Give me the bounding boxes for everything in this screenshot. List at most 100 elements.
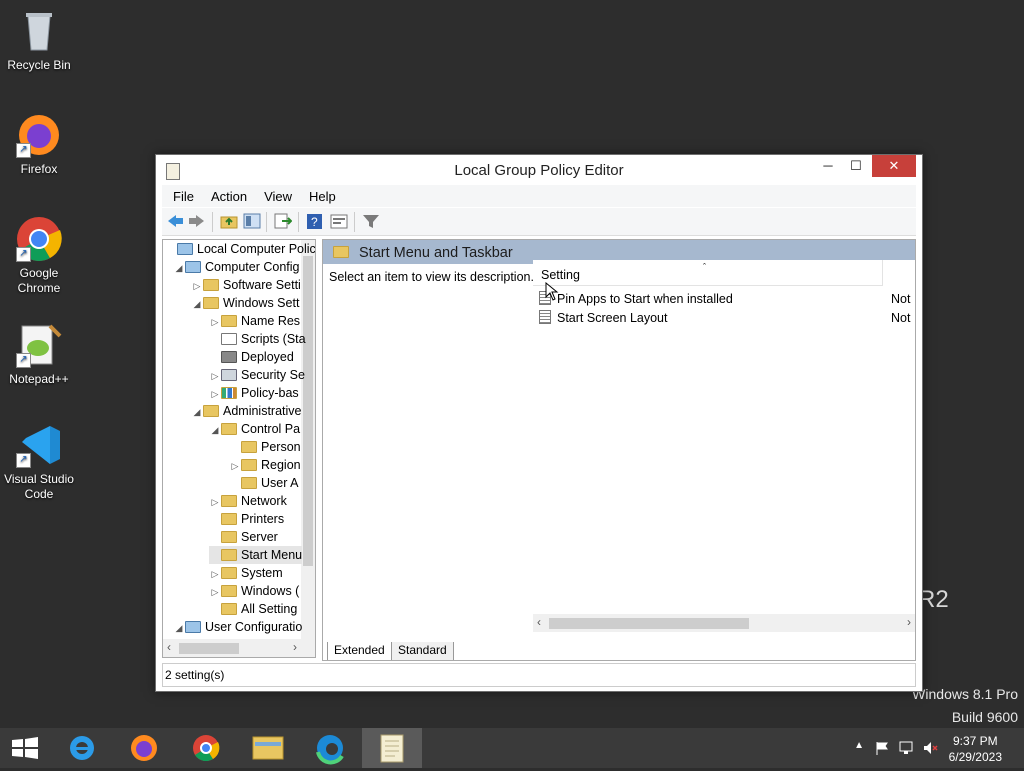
tree-node[interactable]: Person bbox=[229, 438, 301, 456]
expand-toggle-icon[interactable]: ◢ bbox=[173, 259, 185, 277]
forward-icon[interactable] bbox=[188, 213, 206, 229]
expand-toggle-icon[interactable]: ◢ bbox=[209, 421, 221, 439]
tree-node[interactable]: ▷ System bbox=[209, 564, 283, 582]
folder-icon bbox=[221, 585, 237, 597]
desktop-icon-recycle-bin[interactable]: Recycle Bin bbox=[1, 8, 77, 73]
minimize-button[interactable]: ─ bbox=[814, 155, 842, 177]
menu-help[interactable]: Help bbox=[298, 185, 342, 204]
tree-node-label: Software Setti bbox=[223, 278, 301, 292]
volume-muted-icon[interactable] bbox=[922, 740, 938, 756]
taskbar-edge[interactable] bbox=[300, 728, 360, 768]
details-horizontal-scrollbar[interactable]: ‹ › bbox=[533, 614, 915, 632]
toolbar: ? bbox=[162, 208, 916, 236]
description-text: Select an item to view its description. bbox=[329, 270, 534, 284]
expand-toggle-icon[interactable]: ◢ bbox=[191, 403, 203, 421]
action-center-flag-icon[interactable] bbox=[874, 740, 890, 756]
expand-toggle-icon[interactable]: ▷ bbox=[229, 457, 241, 475]
filter-icon[interactable] bbox=[362, 213, 380, 229]
desktop-icon-notepadpp[interactable]: ↗ Notepad++ bbox=[1, 322, 77, 387]
shortcut-arrow-icon: ↗ bbox=[16, 143, 31, 158]
tree-node[interactable]: ▷ Policy-bas bbox=[209, 384, 299, 402]
windows-logo-icon bbox=[12, 737, 38, 759]
desktop-icon-chrome[interactable]: ↗ Google Chrome bbox=[1, 216, 77, 296]
expand-toggle-icon[interactable]: ▷ bbox=[209, 583, 221, 601]
policy-editor-icon bbox=[380, 734, 404, 763]
tree-node[interactable]: ▷ Region bbox=[229, 456, 301, 474]
expand-toggle-icon[interactable]: ▷ bbox=[209, 493, 221, 511]
tree-node[interactable]: User A bbox=[229, 474, 299, 492]
tree-node-label: User A bbox=[261, 476, 299, 490]
expand-toggle-icon[interactable]: ◢ bbox=[191, 295, 203, 313]
expand-toggle-icon[interactable]: ▷ bbox=[191, 277, 203, 295]
tree-node[interactable]: ◢ Computer Config bbox=[173, 258, 300, 276]
clock[interactable]: 9:37 PM 6/29/2023 bbox=[949, 733, 1002, 765]
internet-explorer-icon bbox=[70, 736, 94, 760]
column-header-setting[interactable]: Setting ˆ bbox=[533, 260, 883, 286]
tree-node[interactable]: ◢ Windows Sett bbox=[191, 294, 300, 313]
computer-icon bbox=[185, 261, 201, 273]
tree-node[interactable]: Printers bbox=[209, 510, 284, 528]
expand-toggle-icon[interactable]: ▷ bbox=[209, 385, 221, 403]
watermark-build: Build 9600 bbox=[951, 709, 1018, 725]
tree-node-label: Scripts (Sta bbox=[241, 332, 306, 346]
window-title: Local Group Policy Editor bbox=[454, 162, 624, 179]
tree-node[interactable]: ▷ Windows ( bbox=[209, 582, 300, 601]
network-icon[interactable] bbox=[898, 740, 914, 756]
menu-action[interactable]: Action bbox=[200, 185, 253, 204]
tree-node[interactable]: ◢ Control Pa bbox=[209, 420, 301, 439]
desktop-icon-firefox[interactable]: ↗ Firefox bbox=[1, 112, 77, 177]
up-folder-icon[interactable] bbox=[220, 213, 238, 229]
column-header-label: Setting bbox=[541, 268, 580, 282]
tree-node[interactable]: All Setting bbox=[209, 600, 297, 618]
watermark-edition: Windows 8.1 Pro bbox=[912, 686, 1018, 702]
tree-horizontal-scrollbar[interactable]: ‹ › bbox=[162, 639, 316, 658]
expand-toggle-icon[interactable]: ▷ bbox=[209, 367, 221, 385]
tree-node[interactable]: ▷ Network bbox=[209, 492, 287, 510]
taskbar-chrome[interactable] bbox=[176, 728, 236, 768]
setting-row[interactable]: Pin Apps to Start when installed Not bbox=[533, 290, 913, 309]
tree-node-label: Computer Config bbox=[205, 260, 300, 274]
tree-vertical-scrollbar[interactable] bbox=[301, 240, 315, 640]
tree-node[interactable]: Deployed bbox=[209, 348, 294, 366]
taskbar-internet-explorer[interactable] bbox=[52, 728, 112, 768]
tree-node[interactable]: ▷ Name Res bbox=[209, 312, 301, 331]
tree-node[interactable]: ▷ Security Se bbox=[209, 366, 305, 384]
export-list-icon[interactable] bbox=[274, 213, 292, 229]
taskbar-file-explorer[interactable] bbox=[238, 728, 298, 768]
tree-node[interactable]: ▷ Software Setti bbox=[191, 276, 301, 294]
tree-node[interactable]: Local Computer Polic bbox=[165, 240, 316, 258]
taskbar-group-policy-editor[interactable] bbox=[362, 728, 422, 768]
tab-extended[interactable]: Extended bbox=[327, 642, 392, 660]
edge-icon bbox=[316, 735, 344, 765]
show-hide-tree-icon[interactable] bbox=[243, 213, 261, 229]
back-icon[interactable] bbox=[166, 213, 184, 229]
pane-title: Start Menu and Taskbar bbox=[359, 245, 513, 261]
menu-view[interactable]: View bbox=[253, 185, 298, 204]
expand-toggle-icon[interactable]: ▷ bbox=[209, 565, 221, 583]
tree-node[interactable]: ◢ Administrative bbox=[191, 402, 302, 420]
menu-file[interactable]: File bbox=[162, 185, 200, 204]
tree-node[interactable]: ◢ User Configuratio bbox=[173, 618, 303, 637]
folder-icon bbox=[221, 315, 237, 327]
maximize-button[interactable]: ☐ bbox=[842, 155, 870, 177]
expand-toggle-icon[interactable]: ◢ bbox=[173, 619, 185, 637]
close-button[interactable]: ✕ bbox=[872, 155, 916, 177]
taskbar-firefox[interactable] bbox=[114, 728, 174, 768]
tree-node[interactable]: Start Menu bbox=[209, 546, 303, 564]
tree-node[interactable]: Server bbox=[209, 528, 278, 546]
title-bar[interactable]: Local Group Policy Editor ─ ☐ ✕ bbox=[156, 155, 922, 185]
status-text: 2 setting(s) bbox=[165, 668, 225, 682]
tree-node[interactable]: Scripts (Sta bbox=[209, 330, 306, 348]
tree-node-label: Deployed bbox=[241, 350, 294, 364]
setting-row[interactable]: Start Screen Layout Not bbox=[533, 309, 913, 328]
start-button[interactable] bbox=[0, 728, 50, 768]
help-icon[interactable]: ? bbox=[306, 213, 324, 229]
show-hidden-icons-icon[interactable]: ▲ bbox=[854, 740, 864, 751]
tree-node-label: Local Computer Polic bbox=[197, 242, 316, 256]
desktop-icon-vscode[interactable]: ↗ Visual Studio Code bbox=[1, 422, 77, 502]
folder-icon bbox=[203, 405, 219, 417]
tab-standard[interactable]: Standard bbox=[391, 642, 454, 660]
expand-toggle-icon[interactable]: ▷ bbox=[209, 313, 221, 331]
properties-icon[interactable] bbox=[330, 213, 348, 229]
status-bar: 2 setting(s) bbox=[162, 663, 916, 687]
